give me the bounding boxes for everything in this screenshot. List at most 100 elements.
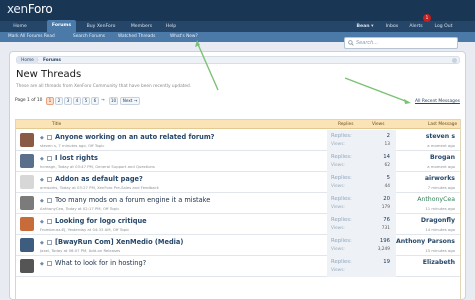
replies-count: 2 <box>386 133 390 139</box>
thread-meta: Frombnuss:EJ, Yesterday at 04:33 AM, Off… <box>40 227 130 232</box>
page-4-button[interactable]: 4 <box>73 97 81 105</box>
table-row[interactable]: ◆ I lost rights hcreagn, Today at 03:47 PM… <box>16 151 460 172</box>
avatar[interactable] <box>20 259 34 273</box>
main-content: Home › Forums New Threads These are all … <box>9 51 466 300</box>
thread-title-link[interactable]: What to look for in hosting? <box>55 259 146 267</box>
thread-stats: Replies: 19 Views: <box>327 256 396 277</box>
mark-all-read-link[interactable]: Mark All Forums Read <box>8 32 55 42</box>
unread-bullet-icon: ◆ <box>40 135 44 141</box>
views-count: 13 <box>384 142 390 147</box>
thread-stats: Replies: 20 Views: 179 <box>327 193 396 214</box>
table-row[interactable]: ◆ What to look for in hosting? Replies: 19 V… <box>16 256 460 277</box>
page-5-button[interactable]: 5 <box>82 97 90 105</box>
thread-select-checkbox[interactable] <box>47 261 52 266</box>
tab-forums[interactable]: Forums <box>47 20 76 32</box>
table-row[interactable]: ◆ Too many mods on a forum engine it a mi… <box>16 193 460 214</box>
views-count: 731 <box>381 226 390 231</box>
avatar[interactable] <box>20 238 34 252</box>
views-label: Views: <box>331 205 345 210</box>
user-menu[interactable]: Bean ▾ <box>353 21 377 32</box>
unread-bullet-icon: ◆ <box>40 219 44 225</box>
thread-title-link[interactable]: Addon as default page? <box>55 175 143 183</box>
views-count: 62 <box>384 163 390 168</box>
thread-meta: steven s, 7 minutes ago, Off Topic <box>40 143 105 148</box>
breadcrumb: Home › Forums <box>16 56 460 64</box>
last-poster-link[interactable]: Dragonfly <box>421 217 455 224</box>
views-count: 179 <box>381 205 390 210</box>
page-2-button[interactable]: 2 <box>55 97 63 105</box>
breadcrumb-home[interactable]: Home <box>17 57 38 64</box>
thread-title-link[interactable]: Anyone working on an auto related forum? <box>55 133 215 141</box>
table-row[interactable]: ◆ Anyone working on an auto related forum… <box>16 130 460 151</box>
thread-select-checkbox[interactable] <box>47 198 52 203</box>
avatar[interactable] <box>20 196 34 210</box>
last-poster-link[interactable]: Elizabeth <box>423 259 455 266</box>
views-count: 44 <box>384 184 390 189</box>
page-count-label: Page 1 of 10 <box>15 98 43 103</box>
thread-stats: Replies: 5 Views: 44 <box>327 172 396 193</box>
page-1-button[interactable]: 1 <box>46 97 54 105</box>
search-icon <box>348 40 354 46</box>
breadcrumb-toggle-icon[interactable] <box>452 58 457 63</box>
thread-select-checkbox[interactable] <box>47 156 52 161</box>
thread-select-checkbox[interactable] <box>47 240 52 245</box>
thread-title-link[interactable]: Too many mods on a forum engine it a mis… <box>55 196 210 204</box>
thread-title-link[interactable]: [BwayRun Com] XenMedio (Media) <box>55 238 183 246</box>
column-last-message[interactable]: Last Message <box>428 122 457 127</box>
thread-select-checkbox[interactable] <box>47 219 52 224</box>
table-row[interactable]: ◆ Looking for logo critique Frombnuss:EJ, … <box>16 214 460 235</box>
tab-buy-xenforo[interactable]: Buy XenForo <box>80 21 122 32</box>
search-input[interactable]: Search... <box>356 40 378 46</box>
avatar[interactable] <box>20 217 34 231</box>
thread-meta: hcreagn, Today at 03:47 PM, General Supp… <box>40 164 155 169</box>
replies-label: Replies: <box>331 259 352 265</box>
avatar[interactable] <box>20 175 34 189</box>
next-page-button[interactable]: Next → <box>120 97 140 105</box>
thread-select-checkbox[interactable] <box>47 177 52 182</box>
thread-stats: Replies: 76 Views: 731 <box>327 214 396 235</box>
replies-count: 76 <box>383 217 390 223</box>
page-6-button[interactable]: 6 <box>91 97 99 105</box>
breadcrumb-forums[interactable]: Forums <box>40 57 64 64</box>
thread-title-link[interactable]: Looking for logo critique <box>55 217 147 225</box>
views-label: Views: <box>331 247 345 252</box>
tab-members[interactable]: Members <box>124 21 159 32</box>
alerts-link[interactable]: Alerts <box>406 21 426 32</box>
thread-select-checkbox[interactable] <box>47 135 52 140</box>
replies-label: Replies: <box>331 196 352 202</box>
pager-skip-icon: → <box>101 98 105 103</box>
thread-title-link[interactable]: I lost rights <box>55 154 98 162</box>
page-title: New Threads <box>16 69 82 80</box>
watched-threads-link[interactable]: Watched Threads <box>118 32 155 42</box>
search-box[interactable]: Search... <box>344 37 458 49</box>
logo-part-foro: Foro <box>27 2 53 16</box>
table-header: Title Replies Views Last Message <box>16 120 460 129</box>
last-poster-link[interactable]: Brogan <box>430 154 455 161</box>
search-forums-link[interactable]: Search Forums <box>73 32 105 42</box>
xenforo-logo[interactable]: xenForo <box>7 2 53 16</box>
tab-help[interactable]: Help <box>161 21 181 32</box>
last-post-time: 15 minutes ago <box>425 248 455 253</box>
column-replies[interactable]: Replies <box>338 122 353 127</box>
all-recent-messages-link[interactable]: All Recent Messages <box>415 99 460 104</box>
page-3-button[interactable]: 3 <box>64 97 72 105</box>
last-poster-link[interactable]: steven s <box>426 133 455 140</box>
views-label: Views: <box>331 163 345 168</box>
thread-meta: Jaxel, Today at 06:07 PM, Add-on Release… <box>40 248 121 253</box>
column-views[interactable]: Views <box>372 122 384 127</box>
last-poster-link[interactable]: AnthonyCea <box>417 196 455 203</box>
tab-home[interactable]: Home <box>7 21 33 32</box>
avatar[interactable] <box>20 154 34 168</box>
last-poster-link[interactable]: airworks <box>425 175 455 182</box>
table-row[interactable]: ◆ [BwayRun Com] XenMedio (Media) Jaxel, To… <box>16 235 460 256</box>
last-poster-link[interactable]: Anthony Parsons <box>396 238 455 245</box>
whats-new-link[interactable]: What's New? <box>170 32 198 42</box>
thread-stats: Replies: 2 Views: 13 <box>327 130 396 151</box>
logout-link[interactable]: Log Out <box>430 21 457 32</box>
avatar[interactable] <box>20 133 34 147</box>
inbox-link[interactable]: Inbox <box>382 21 402 32</box>
table-row[interactable]: ◆ Addon as default page? arnworks, Today a… <box>16 172 460 193</box>
page-10-button[interactable]: 10 <box>109 97 118 105</box>
column-title[interactable]: Title <box>52 122 61 127</box>
last-post-time: a moment ago <box>427 164 455 169</box>
